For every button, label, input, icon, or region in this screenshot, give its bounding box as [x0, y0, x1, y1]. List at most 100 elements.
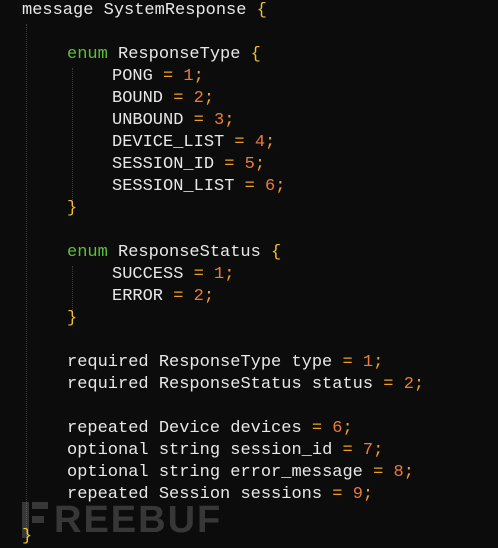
field-number: 2 [403, 375, 414, 394]
code-line: } [22, 526, 32, 548]
watermark-text: REEBUF [54, 498, 223, 541]
enum-value-name: BOUND [112, 89, 164, 108]
semicolon: ; [265, 133, 276, 152]
enum-value-line: BOUND = 2; [112, 88, 214, 110]
enum-value-line: DEVICE_LIST = 4; [112, 132, 275, 154]
semicolon: ; [193, 67, 204, 86]
field-number: 1 [362, 353, 374, 372]
field-number: 6 [265, 177, 276, 196]
equals-sign: = [234, 133, 245, 152]
code-line: enum ResponseType { [67, 44, 261, 66]
code-line: } [67, 198, 77, 220]
semicolon: ; [203, 89, 215, 108]
semicolon: ; [224, 265, 235, 284]
field-label: required [67, 353, 149, 372]
field-type: ResponseStatus [158, 375, 302, 394]
open-brace: { [250, 45, 261, 64]
field-number: 5 [244, 155, 255, 174]
keyword-enum: enum [67, 243, 108, 262]
field-label: optional [67, 441, 149, 460]
enum-value-name: SUCCESS [112, 265, 184, 284]
field-number: 1 [214, 265, 225, 284]
equals-sign: = [342, 441, 353, 460]
field-number: 6 [332, 419, 343, 438]
equals-sign: = [193, 265, 204, 284]
enum-value-line: UNBOUND = 3; [112, 110, 234, 132]
freebuf-watermark: REEBUF [22, 498, 223, 541]
code-line: } [67, 308, 77, 330]
field-number: 2 [193, 89, 204, 108]
enum-value-line: PONG = 1; [112, 66, 204, 88]
equals-sign: = [163, 67, 174, 86]
field-name: session_id [230, 441, 333, 460]
field-number: 8 [393, 463, 404, 482]
code-editor[interactable]: message SystemResponse { enum ResponseTy… [0, 0, 498, 547]
enum-value-line: SESSION_ID = 5; [112, 154, 265, 176]
field-name: devices [230, 419, 302, 438]
equals-sign: = [224, 155, 235, 174]
equals-sign: = [311, 419, 323, 438]
enum-value-line: ERROR = 2; [112, 286, 214, 308]
keyword-enum: enum [67, 45, 108, 64]
field-number: 7 [362, 441, 374, 460]
semicolon: ; [403, 463, 414, 482]
equals-sign: = [173, 287, 184, 306]
semicolon: ; [224, 111, 235, 130]
semicolon: ; [275, 177, 286, 196]
enum-value-name: SESSION_LIST [112, 177, 235, 196]
equals-sign: = [332, 485, 343, 504]
field-name: status [311, 375, 374, 394]
code-line: message SystemResponse { [22, 0, 267, 22]
enum-value-name: SESSION_ID [112, 155, 215, 174]
enum-value-name: UNBOUND [112, 111, 184, 130]
open-brace: { [256, 1, 267, 20]
field-type: string [158, 463, 221, 482]
field-label: repeated [67, 419, 149, 438]
field-number: 1 [183, 67, 194, 86]
enum-value-name: PONG [112, 67, 153, 86]
semicolon: ; [373, 353, 384, 372]
close-brace: } [67, 309, 78, 328]
equals-sign: = [193, 111, 204, 130]
equals-sign: = [244, 177, 255, 196]
enum-value-name: ERROR [112, 287, 164, 306]
enum-name: ResponseStatus [118, 243, 261, 262]
field-line: repeated Device devices = 6; [67, 418, 353, 440]
field-line: required ResponseType type = 1; [67, 352, 383, 374]
semicolon: ; [362, 485, 374, 504]
indent-guide [72, 68, 73, 200]
field-type: Device [158, 419, 221, 438]
equals-sign: = [373, 463, 384, 482]
enum-value-name: DEVICE_LIST [112, 133, 225, 152]
field-name: type [291, 353, 333, 372]
semicolon: ; [342, 419, 353, 438]
equals-sign: = [383, 375, 394, 394]
field-type: string [158, 441, 221, 460]
semicolon: ; [413, 375, 425, 394]
semicolon: ; [373, 441, 384, 460]
field-number: 3 [214, 111, 225, 130]
indent-guide [26, 24, 27, 544]
equals-sign: = [342, 353, 353, 372]
close-brace: } [67, 199, 78, 218]
indent-guide [72, 266, 73, 310]
enum-value-line: SESSION_LIST = 6; [112, 176, 285, 198]
keyword-message: message [22, 1, 94, 20]
field-number: 4 [254, 133, 266, 152]
field-name: sessions [240, 485, 323, 504]
enum-value-line: SUCCESS = 1; [112, 264, 234, 286]
semicolon: ; [203, 287, 215, 306]
open-brace: { [271, 243, 282, 262]
field-label: required [67, 375, 149, 394]
equals-sign: = [173, 89, 184, 108]
field-line: optional string error_message = 8; [67, 462, 414, 484]
field-label: optional [67, 463, 149, 482]
field-number: 2 [193, 287, 204, 306]
field-line: required ResponseStatus status = 2; [67, 374, 424, 396]
field-line: optional string session_id = 7; [67, 440, 383, 462]
code-line: enum ResponseStatus { [67, 242, 281, 264]
close-brace: } [22, 527, 33, 546]
message-name: SystemResponse [103, 1, 247, 20]
field-name: error_message [230, 463, 363, 482]
field-number: 9 [352, 485, 363, 504]
